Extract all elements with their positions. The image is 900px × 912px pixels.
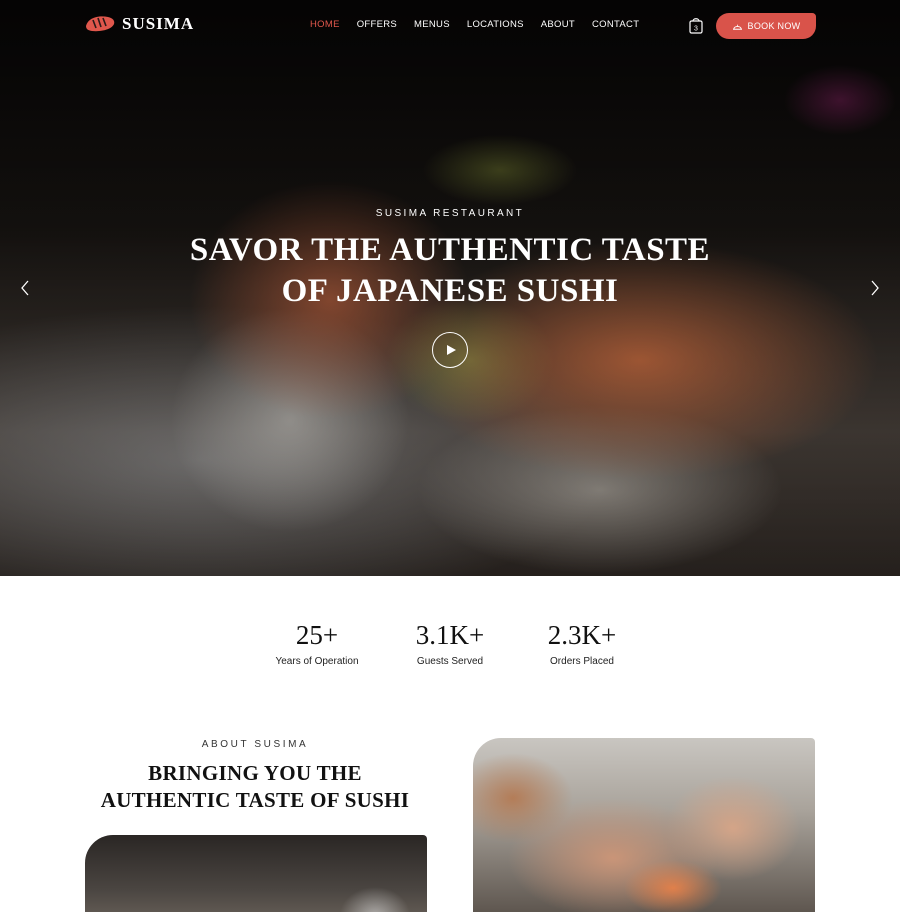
play-icon [447,345,456,355]
cart-button[interactable]: 3 [688,16,704,34]
book-now-label: BOOK NOW [747,21,801,31]
stat-years: 25+ Years of Operation [257,618,377,667]
about-title-line1: BRINGING YOU THE [148,761,362,785]
about-image-interior [85,835,427,912]
nav-contact[interactable]: CONTACT [592,19,639,30]
chevron-right-icon[interactable] [869,279,881,297]
brand-logo[interactable]: SUSIMA [84,12,194,36]
stat-label: Orders Placed [550,656,614,667]
stat-value: 25+ [295,620,339,650]
about-image-chef-hands [473,738,815,912]
cart-count: 3 [694,26,698,33]
stat-orders: 2.3K+ Orders Placed [522,618,642,667]
stat-guests: 3.1K+ Guests Served [390,618,510,667]
top-navigation: SUSIMA HOME OFFERS MENUS LOCATIONS ABOUT… [0,0,900,52]
book-now-button[interactable]: BOOK NOW [716,13,816,39]
nav-menus[interactable]: MENUS [414,19,450,30]
cloche-icon [732,24,742,30]
about-title: BRINGING YOU THE AUTHENTIC TASTE OF SUSH… [90,760,420,814]
main-menu: HOME OFFERS MENUS LOCATIONS ABOUT CONTAC… [310,19,639,30]
stat-value: 2.3K+ [547,620,617,650]
hero-title-line2: OF JAPANESE SUSHI [281,273,619,309]
nav-home[interactable]: HOME [310,19,340,30]
stat-value: 3.1K+ [415,620,485,650]
nav-locations[interactable]: LOCATIONS [467,19,524,30]
brand-name: SUSIMA [122,14,195,33]
about-kicker: ABOUT SUSIMA [201,739,309,750]
chevron-left-icon[interactable] [19,279,31,297]
hero-kicker: SUSIMA RESTAURANT [375,208,525,219]
hero-title: SAVOR THE AUTHENTIC TASTE OF JAPANESE SU… [150,230,750,312]
hero-title-line1: SAVOR THE AUTHENTIC TASTE [189,232,711,268]
nav-about[interactable]: ABOUT [541,19,575,30]
sushi-logo-icon [86,16,115,32]
stat-label: Guests Served [416,656,484,667]
hero-banner: SUSIMA HOME OFFERS MENUS LOCATIONS ABOUT… [0,0,900,576]
play-video-button[interactable] [432,332,468,368]
about-title-line2: AUTHENTIC TASTE OF SUSHI [100,788,410,812]
stat-label: Years of Operation [275,656,359,667]
nav-offers[interactable]: OFFERS [357,19,397,30]
shopping-bag-icon: 3 [689,18,703,34]
